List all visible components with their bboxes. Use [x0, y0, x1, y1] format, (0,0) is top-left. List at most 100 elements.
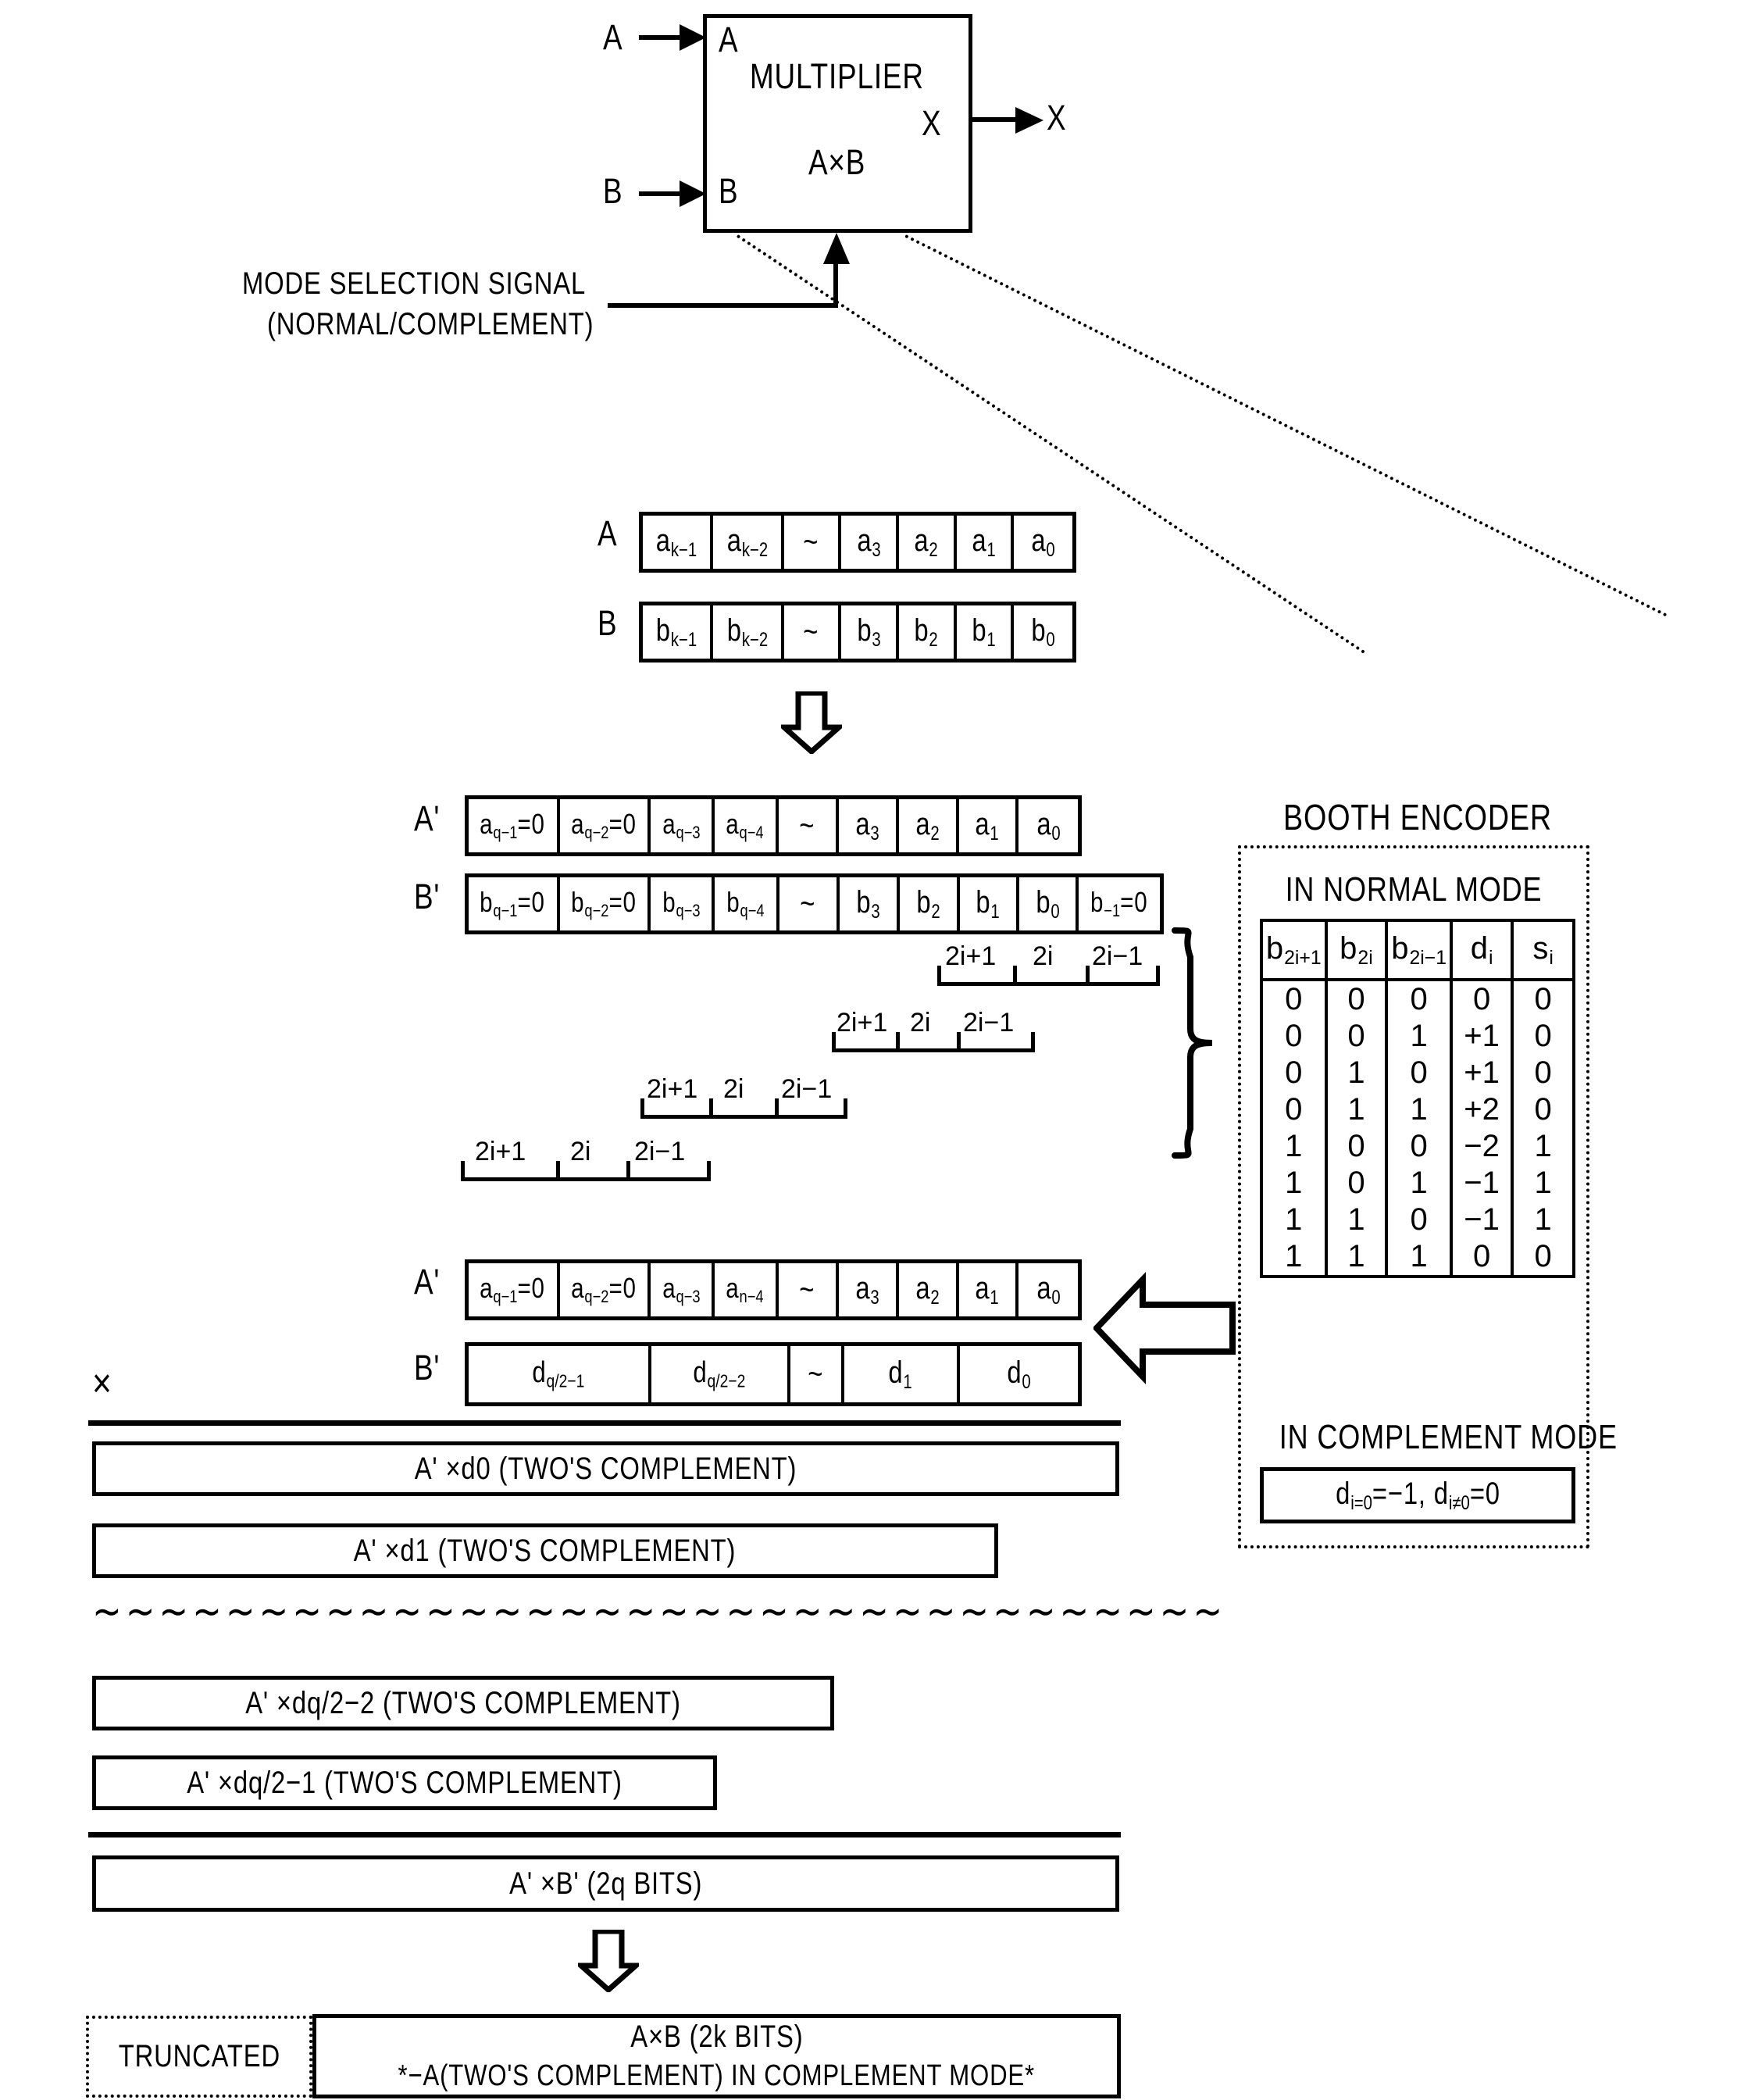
weight-bracket: 2i+1 2i 2i−1 [937, 938, 1160, 986]
table-cell: 0 [1260, 1091, 1328, 1128]
partial-product-label: A' ×d0 (TWO'S COMPLEMENT) [414, 1451, 797, 1486]
bit-cell: b0 [1019, 877, 1079, 930]
encoded-b-row: dq/2−1 dq/2−2 ~ d1 d0 [465, 1342, 1082, 1406]
multiplier-port-b-label: B [719, 171, 739, 211]
booth-truth-table-wrapper: b2i+1 b2i b2i−1 di si 0 0 0 0 0 0 0 1 +1… [1260, 919, 1575, 1278]
weight-label: 2i−1 [781, 1074, 833, 1104]
bit-cell: b3 [841, 605, 900, 659]
bit-cell: ~ [784, 605, 842, 659]
weight-label: 2i−1 [1092, 941, 1143, 971]
table-cell: 0 [1449, 1238, 1514, 1278]
bit-cell: b1 [957, 605, 1015, 659]
bit-cell: a1 [959, 799, 1019, 852]
final-result-line1: A×B (2k BITS) [630, 2020, 804, 2054]
table-row: 0 0 1 +1 0 [1260, 1018, 1575, 1055]
table-row: 0 1 1 +2 0 [1260, 1091, 1575, 1128]
bit-cell: a3 [839, 1263, 899, 1316]
table-cell: 0 [1385, 978, 1453, 1018]
table-row: 1 0 1 −1 1 [1260, 1165, 1575, 1202]
table-cell: −1 [1449, 1202, 1514, 1238]
expansion-dotted-line-left [736, 234, 1366, 655]
table-cell: 0 [1511, 1018, 1575, 1055]
bit-cell: bq−2=0 [560, 877, 651, 930]
booth-truth-table: b2i+1 b2i b2i−1 di si 0 0 0 0 0 0 0 1 +1… [1260, 919, 1575, 1278]
table-cell: 1 [1385, 1165, 1453, 1202]
bit-cell: ak−2 [713, 516, 784, 569]
booth-to-operand-arrow-icon [1093, 1271, 1236, 1385]
mode-selection-signal-line2: (NORMAL/COMPLEMENT) [267, 307, 594, 341]
weight-label: 2i+1 [945, 941, 997, 971]
mode-selection-signal-line1: MODE SELECTION SIGNAL [242, 266, 587, 301]
weight-label: 2i [570, 1137, 591, 1166]
bit-cell: a2 [899, 1263, 959, 1316]
table-cell: 1 [1324, 1238, 1389, 1278]
table-cell: 0 [1324, 1128, 1389, 1165]
table-cell: 0 [1260, 1018, 1328, 1055]
table-cell: 0 [1324, 1018, 1389, 1055]
bit-cell: a0 [1031, 523, 1055, 561]
table-header-row: b2i+1 b2i b2i−1 di si [1260, 919, 1575, 981]
table-cell: −2 [1449, 1128, 1514, 1165]
bit-cell: ~ [779, 877, 840, 930]
partial-product-label: A' ×dq/2−1 (TWO'S COMPLEMENT) [187, 1765, 623, 1800]
bit-cell: aq−3 [651, 799, 715, 852]
truncated-box: TRUNCATED [86, 2016, 312, 2098]
operand-b-label: B [598, 603, 618, 643]
input-b-arrowhead [680, 180, 706, 207]
bit-cell: aq−3 [651, 1263, 715, 1316]
operand-a-row: ak−1 ak−2 ~ a3 a2 a1 a0 [639, 512, 1076, 573]
encoded-a-label: A' [414, 1262, 441, 1302]
extended-b-row: bq−1=0 bq−2=0 bq−3 bq−4 ~ b3 b2 b1 b0 b−… [465, 873, 1164, 934]
weight-label: 2i [723, 1074, 744, 1104]
weight-label: 2i−1 [634, 1137, 686, 1166]
table-cell: 1 [1385, 1091, 1453, 1128]
bit-cell: aq−1=0 [469, 799, 560, 852]
table-cell: 1 [1324, 1202, 1389, 1238]
input-a-arrowhead [680, 24, 706, 51]
weight-bracket: 2i+1 2i 2i−1 [640, 1070, 847, 1119]
final-result-box: A×B (2k BITS) *−A(TWO'S COMPLEMENT) IN C… [312, 2014, 1121, 2098]
table-cell: −1 [1449, 1165, 1514, 1202]
bit-cell: a1 [957, 516, 1015, 569]
bit-cell: bq−3 [651, 877, 715, 930]
table-cell: 0 [1511, 1238, 1575, 1278]
weight-label: 2i [1033, 941, 1054, 971]
multiplier-port-x-label: X [922, 103, 942, 143]
bit-cell: aq−2=0 [560, 1263, 651, 1316]
table-cell: +1 [1449, 1055, 1514, 1091]
weight-bracket: 2i+1 2i 2i−1 [461, 1133, 711, 1181]
bit-cell: b1 [960, 877, 1020, 930]
mode-signal-arrowhead [823, 233, 850, 264]
bit-cell: aq−4 [715, 799, 779, 852]
table-cell: 0 [1511, 1055, 1575, 1091]
table-cell: 1 [1324, 1055, 1389, 1091]
table-header-cell: di [1449, 919, 1514, 981]
bit-cell: a3 [839, 799, 899, 852]
figure-canvas: MULTIPLIER A×B A B X A B X MODE SELECTIO… [0, 0, 1748, 2100]
down-arrow-icon [781, 691, 842, 754]
booth-encoder-title: BOOTH ENCODER [1283, 797, 1552, 838]
table-header-cell: b2i−1 [1385, 919, 1453, 981]
input-a-label: A [603, 17, 623, 57]
extended-a-row: aq−1=0 aq−2=0 aq−3 aq−4 ~ a3 a2 a1 a0 [465, 795, 1082, 856]
multiplier-title: MULTIPLIER [750, 56, 924, 96]
weight-label: 2i+1 [647, 1074, 698, 1104]
partial-product-label: A' ×dq/2−2 (TWO'S COMPLEMENT) [245, 1685, 681, 1720]
bit-cell: bq−4 [715, 877, 779, 930]
bit-cell: b2 [900, 877, 960, 930]
table-header-cell: b2i [1324, 919, 1389, 981]
partial-product-label: A' ×d1 (TWO'S COMPLEMENT) [354, 1533, 737, 1568]
output-x-label: X [1047, 98, 1067, 138]
encoded-b-label: B' [414, 1348, 441, 1388]
input-b-label: B [603, 171, 623, 211]
multiplier-port-a-label: A [719, 20, 739, 59]
weight-label: 2i−1 [963, 1008, 1015, 1038]
table-row: 0 1 0 +1 0 [1260, 1055, 1575, 1091]
partial-product-bar: A' ×dq/2−1 (TWO'S COMPLEMENT) [92, 1755, 717, 1810]
partial-product-bar: A' ×dq/2−2 (TWO'S COMPLEMENT) [92, 1676, 834, 1730]
bit-cell: d0 [1007, 1355, 1031, 1393]
table-header-cell: si [1511, 919, 1575, 981]
bit-cell: a0 [1036, 1270, 1061, 1309]
bit-cell: bq−1=0 [469, 877, 560, 930]
table-cell: +2 [1449, 1091, 1514, 1128]
